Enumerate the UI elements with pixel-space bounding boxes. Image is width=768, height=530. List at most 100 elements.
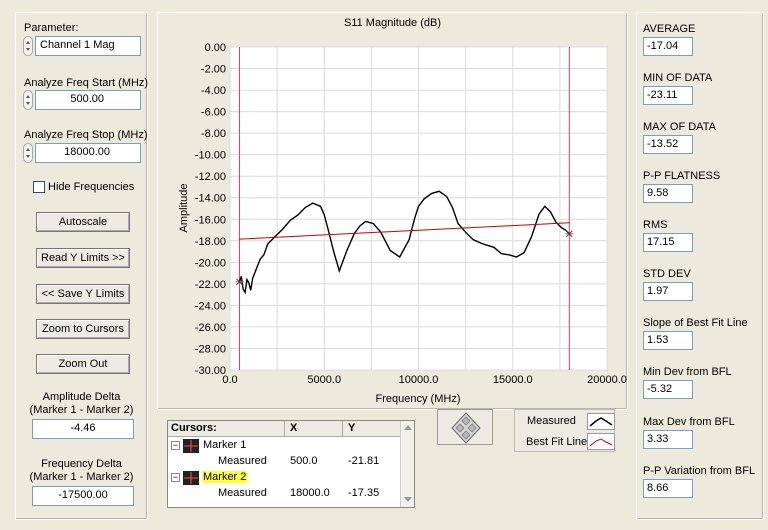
frequency-delta-label: Frequency Delta: [41, 458, 122, 470]
x-tick-label: 15000.0: [493, 374, 533, 386]
hide-frequencies-checkbox[interactable]: [33, 181, 45, 193]
autoscale-button[interactable]: Autoscale: [36, 212, 130, 232]
hide-frequencies-label: Hide Frequencies: [48, 181, 135, 193]
zoom-out-button[interactable]: Zoom Out: [36, 354, 130, 374]
stat-value: 1.53: [643, 331, 693, 350]
stat-value: 3.33: [643, 430, 693, 449]
stat-value: -23.11: [643, 86, 693, 105]
y-tick-label: -4.00: [201, 85, 226, 97]
marker-1-x: 500.0: [290, 455, 318, 467]
stat-label: Min Dev from BFL: [643, 366, 732, 378]
y-tick-label: -16.00: [195, 214, 226, 226]
y-tick-label: -2.00: [201, 64, 226, 76]
frequency-delta-sublabel: (Marker 1 - Marker 2): [29, 471, 134, 483]
y-tick-label: -20.00: [195, 257, 226, 269]
cursor-row-marker-1-measured[interactable]: Measured 500.0 -21.81: [168, 454, 400, 470]
cursors-col-y: Y: [348, 422, 356, 434]
legend-measured-label: Measured: [527, 415, 576, 427]
save-y-limits-button[interactable]: << Save Y Limits: [36, 284, 130, 304]
y-tick-label: -22.00: [195, 279, 226, 291]
plot-legend: Measured Best Fit Line: [514, 409, 615, 452]
cursors-scrollbar[interactable]: [400, 421, 414, 507]
stat-label: RMS: [643, 219, 668, 231]
collapse-icon[interactable]: −: [171, 473, 180, 482]
x-tick-label: 0.0: [222, 374, 237, 386]
cursor-row-marker-1[interactable]: − Marker 1: [168, 438, 400, 454]
legend-best-fit-swatch: [587, 433, 615, 450]
amplitude-delta-label: Amplitude Delta: [42, 391, 121, 403]
x-tick-label: 20000.0: [587, 374, 627, 386]
x-tick-label: 10000.0: [399, 374, 439, 386]
y-tick-label: -26.00: [195, 322, 226, 334]
zoom-to-cursors-button[interactable]: Zoom to Cursors: [36, 319, 130, 339]
stat-label: AVERAGE: [643, 23, 696, 35]
cursor-row-marker-2[interactable]: − Marker 2: [168, 470, 400, 486]
scroll-down-arrow-icon[interactable]: [404, 497, 412, 502]
stat-label: MIN OF DATA: [643, 72, 713, 84]
cursor-mover-control[interactable]: [437, 409, 493, 445]
freq-start-label: Analyze Freq Start (MHz): [24, 77, 149, 89]
marker-2-y: -17.35: [348, 487, 380, 499]
stat-value: 1.97: [643, 282, 693, 301]
stat-value: -13.52: [643, 135, 693, 154]
cursors-divider: [284, 421, 285, 437]
stat-label: Slope of Best Fit Line: [643, 317, 748, 329]
cursors-header: Cursors: X Y: [168, 421, 400, 437]
crosshair-icon: [183, 471, 199, 485]
freq-start-stepper[interactable]: [23, 90, 33, 110]
stat-label: P-P FLATNESS: [643, 170, 721, 182]
legend-best-fit-label: Best Fit Line: [526, 436, 588, 448]
freq-stop-stepper[interactable]: [23, 143, 33, 163]
parameter-field[interactable]: Channel 1 Mag: [35, 36, 141, 56]
graph-title: S11 Magnitude (dB): [343, 17, 442, 29]
freq-start-field[interactable]: 500.00: [35, 90, 141, 110]
y-tick-label: -12.00: [195, 171, 226, 183]
cursors-col-x: X: [290, 422, 298, 434]
amplitude-delta-field: -4.46: [32, 419, 134, 439]
stat-value: -5.32: [643, 380, 693, 399]
parameter-label: Parameter:: [24, 22, 79, 34]
collapse-icon[interactable]: −: [171, 441, 180, 450]
stat-label: P-P Variation from BFL: [643, 465, 756, 477]
cursor-row-marker-2-measured[interactable]: Measured 18000.0 -17.35: [168, 486, 400, 502]
crosshair-icon: [183, 439, 199, 453]
stat-label: MAX OF DATA: [643, 121, 716, 133]
stat-label: STD DEV: [643, 268, 691, 280]
y-tick-label: -10.00: [195, 150, 226, 162]
x-axis-label: Frequency (MHz): [376, 393, 461, 405]
y-tick-label: -28.00: [195, 343, 226, 355]
diamond-move-icon[interactable]: [438, 410, 494, 446]
legend-measured-swatch: [587, 413, 615, 430]
y-tick-label: -14.00: [195, 193, 226, 205]
freq-stop-label: Analyze Freq Stop (MHz): [24, 129, 148, 141]
stat-value: -17.04: [643, 37, 693, 56]
s11-chart[interactable]: 0.00 -2.00 -4.00 -6.00 -8.00 -10.00 -12.00 -14.…: [157, 30, 628, 420]
y-tick-label: 0.00: [205, 42, 226, 54]
cursors-divider: [342, 421, 343, 437]
frequency-delta-field: -17500.00: [32, 486, 134, 506]
y-axis-label: Amplitude: [178, 184, 190, 233]
marker-1-sub: Measured: [218, 455, 267, 467]
marker-1-y: -21.81: [348, 455, 380, 467]
read-y-limits-button[interactable]: Read Y Limits >>: [36, 248, 130, 268]
marker-2-x: 18000.0: [290, 487, 330, 499]
stat-value: 17.15: [643, 233, 693, 252]
stat-label: Max Dev from BFL: [643, 416, 735, 428]
x-tick-label: 5000.0: [307, 374, 341, 386]
scroll-up-arrow-icon[interactable]: [404, 425, 412, 430]
amplitude-delta-sublabel: (Marker 1 - Marker 2): [29, 404, 134, 416]
stat-value: 8.66: [643, 479, 693, 498]
y-tick-label: -6.00: [201, 107, 226, 119]
y-tick-label: -8.00: [201, 128, 226, 140]
y-tick-label: -24.00: [195, 300, 226, 312]
cursors-table[interactable]: Cursors: X Y − Marker 1 Measured 500.0 -…: [167, 420, 415, 508]
marker-2-name: Marker 2: [202, 471, 248, 483]
marker-2-sub: Measured: [218, 487, 267, 499]
cursors-header-label: Cursors:: [171, 422, 217, 434]
y-tick-label: -30.00: [195, 365, 226, 377]
freq-stop-field[interactable]: 18000.00: [35, 143, 141, 163]
parameter-stepper[interactable]: [23, 36, 33, 56]
stat-value: 9.58: [643, 184, 693, 203]
marker-1-name: Marker 1: [203, 439, 247, 451]
y-tick-label: -18.00: [195, 236, 226, 248]
